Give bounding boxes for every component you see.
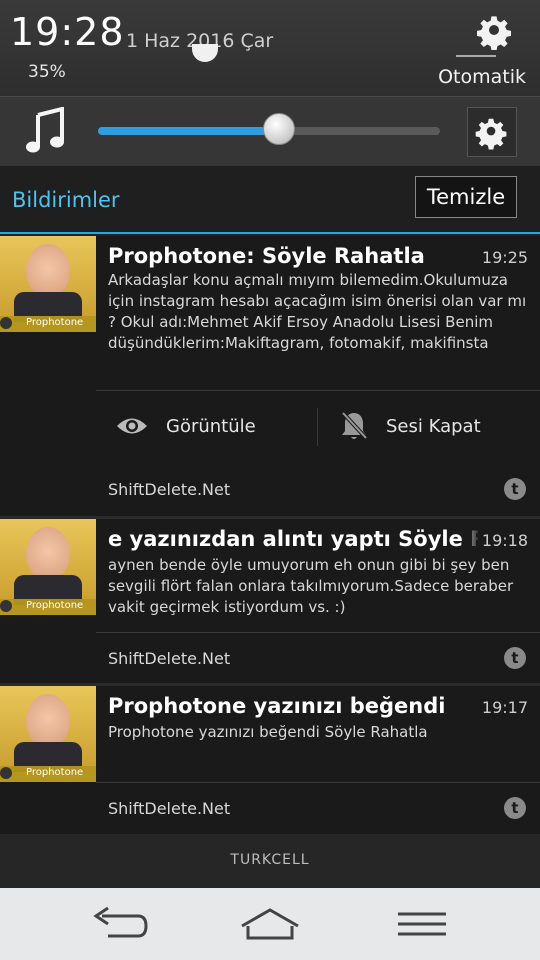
eye-icon	[117, 418, 147, 434]
notification-card[interactable]: Prophotone Prophotone yazınızı beğendi 1…	[0, 686, 540, 834]
back-icon[interactable]	[88, 902, 152, 946]
view-action-button[interactable]: Görüntüle	[116, 408, 256, 444]
status-bar: 19:28 1 Haz 2016 Çar 35% Otomatik	[0, 0, 540, 96]
gear-icon	[475, 118, 507, 150]
carrier-bar: TURKCELL	[0, 834, 540, 888]
tumblr-icon: t	[504, 797, 526, 819]
notification-source: ShiftDelete.Net	[108, 799, 231, 818]
bell-off-icon	[341, 411, 368, 440]
thumbnail-brand: Prophotone	[26, 600, 84, 611]
thumbnail-brand: Prophotone	[26, 317, 84, 328]
clear-button[interactable]: Temizle	[415, 176, 517, 218]
notification-card[interactable]: Prophotone e yazınızdan alıntı yaptı Söy…	[0, 519, 540, 683]
notification-body: aynen bende öyle umuyorum eh onun gibi b…	[108, 556, 514, 616]
notification-time: 19:18	[481, 531, 528, 550]
notification-body: Prophotone yazınızı beğendi Söyle Rahatl…	[108, 723, 428, 741]
volume-slider-thumb[interactable]	[263, 113, 296, 145]
brightness-value: 35%	[28, 62, 66, 82]
notification-title: Prophotone: Söyle Rahatla	[108, 244, 425, 268]
notification-body: Arkadaşlar konu açmalı mıyım bilemedim.O…	[108, 271, 527, 352]
action-separator	[317, 408, 318, 446]
carrier-label: TURKCELL	[230, 852, 310, 868]
volume-row	[0, 96, 540, 166]
music-note-icon[interactable]	[24, 107, 68, 155]
notification-title: Prophotone yazınızı beğendi	[108, 694, 446, 718]
notification-thumbnail: Prophotone	[0, 519, 96, 615]
menu-icon[interactable]	[390, 902, 454, 946]
notifications-title: Bildirimler	[12, 188, 120, 212]
notification-title: e yazınızdan alıntı yaptı Söyle Rahat	[108, 527, 478, 551]
volume-slider-fill	[98, 127, 280, 135]
mute-action-label: Sesi Kapat	[386, 415, 481, 437]
auto-brightness-indicator	[456, 55, 496, 57]
divider	[96, 782, 540, 783]
notification-card[interactable]: Prophotone Prophotone: Söyle Rahatla 19:…	[0, 236, 540, 516]
notification-thumbnail: Prophotone	[0, 236, 96, 332]
notification-source: ShiftDelete.Net	[108, 480, 231, 499]
auto-brightness-toggle[interactable]: Otomatik	[438, 66, 526, 88]
brightness-slider-thumb[interactable]	[192, 44, 218, 62]
navigation-bar	[0, 888, 540, 960]
notification-thumbnail: Prophotone	[0, 686, 96, 782]
tumblr-icon: t	[504, 478, 526, 500]
tumblr-icon: t	[504, 647, 526, 669]
mute-action-button[interactable]: Sesi Kapat	[340, 408, 481, 444]
title-fade	[460, 523, 480, 553]
divider	[96, 390, 540, 391]
notification-source: ShiftDelete.Net	[108, 649, 231, 668]
clock: 19:28	[10, 10, 125, 54]
notification-time: 19:25	[481, 248, 528, 267]
view-action-label: Görüntüle	[166, 415, 256, 437]
divider	[96, 632, 540, 633]
notification-time: 19:17	[481, 698, 528, 717]
gear-icon[interactable]	[474, 10, 514, 50]
thumbnail-brand: Prophotone	[26, 767, 84, 778]
home-icon[interactable]	[238, 902, 302, 946]
sound-settings-button[interactable]	[467, 107, 517, 157]
notifications-header: Bildirimler Temizle	[0, 166, 540, 234]
